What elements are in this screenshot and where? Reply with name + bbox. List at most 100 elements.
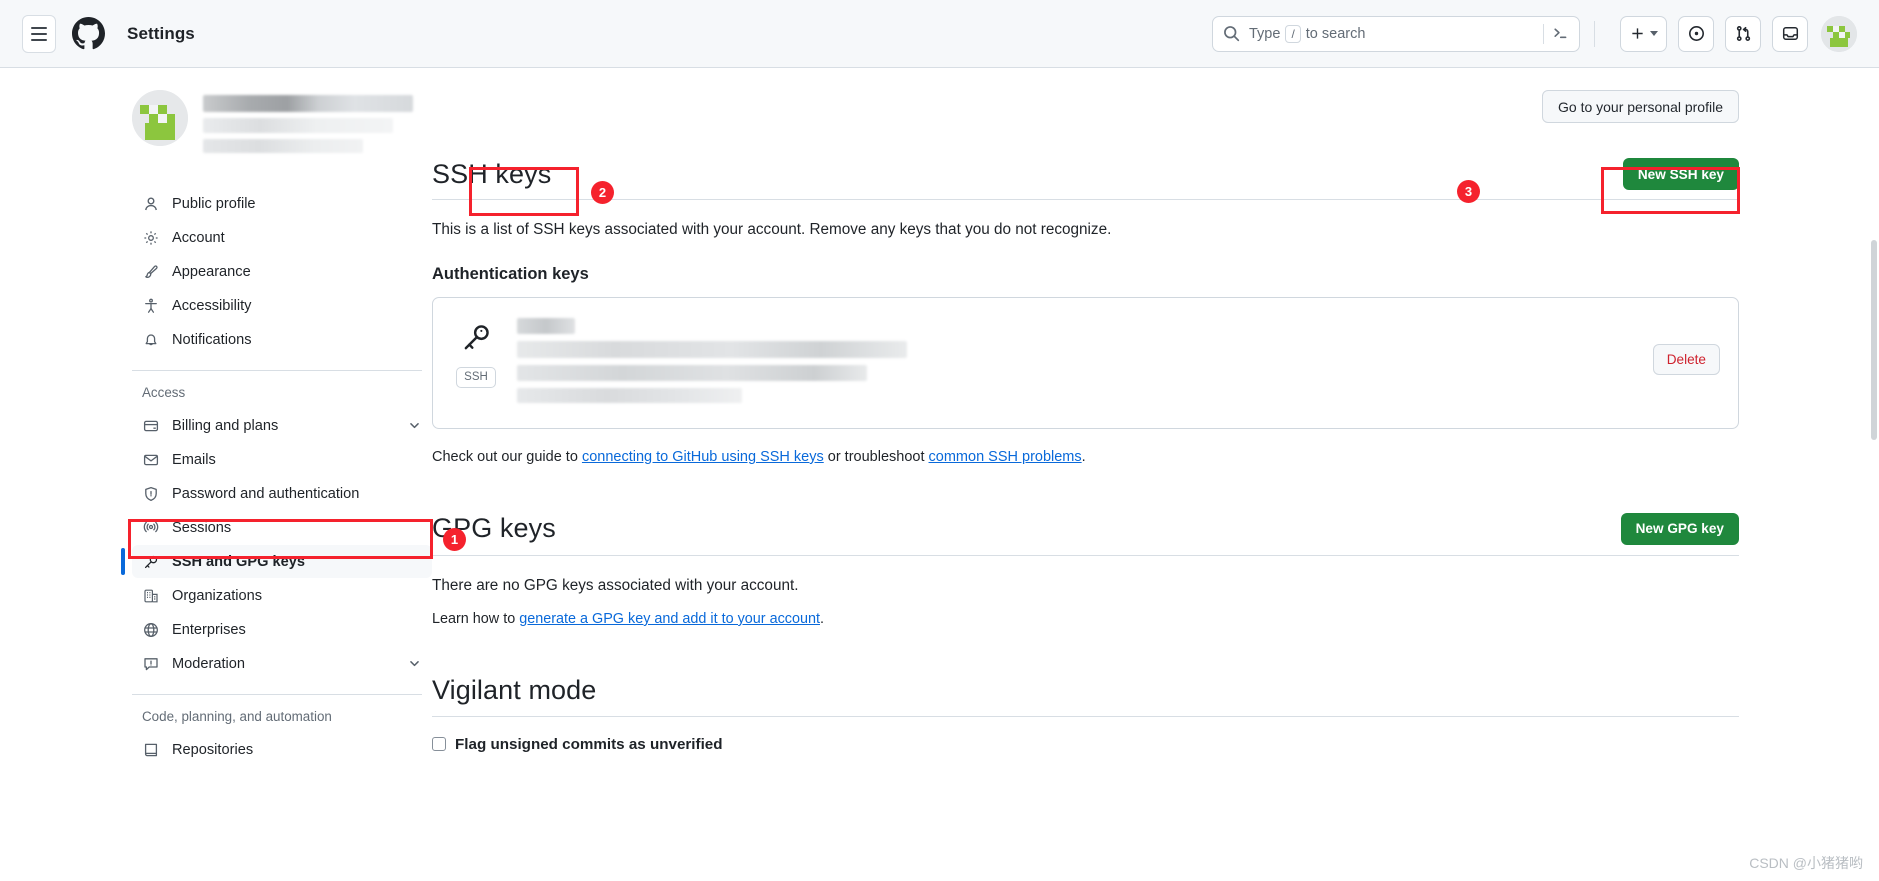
github-logo-icon[interactable]	[72, 17, 105, 50]
avatar[interactable]	[1821, 15, 1857, 52]
sidebar-item-label: Moderation	[172, 655, 246, 672]
sidebar-item-label: SSH and GPG keys	[172, 553, 306, 570]
sidebar-group-general: Public profile Account Appearance Access…	[132, 187, 432, 356]
ssh-guide-text: Check out our guide to connecting to Git…	[432, 449, 1739, 465]
command-palette-icon[interactable]	[1552, 25, 1569, 42]
ssh-key-details-redacted	[517, 316, 1635, 410]
create-new-button[interactable]	[1620, 15, 1667, 52]
ssh-guide-suffix: .	[1081, 448, 1086, 465]
new-gpg-key-button[interactable]: New GPG key	[1620, 512, 1739, 545]
search-placeholder-suffix: to search	[1305, 25, 1366, 42]
sidebar-group-code-planning-automation: Code, planning, and automation Repositor…	[132, 709, 432, 766]
ssh-keys-description: This is a list of SSH keys associated wi…	[432, 221, 1112, 238]
sidebar-item-label: Password and authentication	[172, 485, 360, 502]
redacted-username	[203, 90, 432, 159]
new-ssh-key-button[interactable]: New SSH key	[1622, 158, 1739, 190]
ssh-keys-heading: SSH keys	[432, 158, 552, 189]
flag-unsigned-commits-label: Flag unsigned commits as unverified	[455, 735, 723, 753]
search-divider	[1543, 23, 1544, 44]
sidebar-item-password-and-authentication[interactable]: Password and authentication	[132, 477, 432, 510]
app-header: Settings Type / to search	[0, 0, 1879, 68]
key-icon	[142, 553, 159, 570]
sidebar-item-billing-and-plans[interactable]: Billing and plans	[132, 409, 432, 442]
chevron-down-icon[interactable]	[407, 656, 422, 671]
sidebar-item-repositories[interactable]: Repositories	[132, 733, 432, 766]
git-pull-request-icon	[1736, 26, 1750, 41]
hamburger-icon[interactable]	[22, 14, 56, 53]
plus-icon	[1632, 28, 1643, 39]
ssh-guide-prefix: Check out our guide to	[432, 448, 582, 465]
bell-icon	[142, 331, 159, 348]
annotation-badge-2: 2	[591, 181, 614, 204]
sidebar-item-enterprises[interactable]: Enterprises	[132, 613, 432, 646]
connecting-to-github-link[interactable]: connecting to GitHub using SSH keys	[582, 449, 824, 465]
watermark: CSDN @小猪猪哟	[1749, 855, 1863, 871]
report-icon	[142, 655, 159, 672]
sidebar-item-organizations[interactable]: Organizations	[132, 579, 432, 612]
sidebar-item-label: Account	[172, 229, 225, 246]
ssh-key-card: SSH Delete	[432, 296, 1739, 429]
sidebar-item-label: Public profile	[172, 195, 256, 212]
sidebar-item-account[interactable]: Account	[132, 221, 432, 254]
flag-unsigned-commits-row[interactable]: Flag unsigned commits as unverified	[432, 736, 1739, 753]
ssh-type-badge: SSH	[456, 366, 496, 388]
sidebar-item-appearance[interactable]: Appearance	[132, 255, 432, 288]
ssh-key-card-left: SSH	[453, 316, 499, 388]
search-input[interactable]: Type / to search	[1212, 15, 1580, 52]
issue-opened-icon	[1688, 26, 1704, 41]
issues-button[interactable]	[1678, 15, 1714, 52]
authentication-keys-subheading: Authentication keys	[432, 264, 589, 283]
page-body: Public profile Account Appearance Access…	[0, 68, 1879, 767]
gpg-learn-suffix: .	[820, 610, 824, 627]
annotation-badge-1: 1	[443, 528, 466, 551]
sidebar-item-ssh-and-gpg-keys[interactable]: SSH and GPG keys	[121, 545, 432, 578]
gpg-learn-text: Learn how to generate a GPG key and add …	[432, 611, 1739, 627]
common-ssh-problems-link[interactable]: common SSH problems	[929, 449, 1082, 465]
sidebar-item-notifications[interactable]: Notifications	[132, 323, 432, 356]
chevron-down-icon[interactable]	[407, 418, 422, 433]
page-scrollbar[interactable]	[1871, 240, 1877, 440]
pull-requests-button[interactable]	[1725, 15, 1761, 52]
sidebar-item-public-profile[interactable]: Public profile	[132, 187, 432, 220]
sidebar-item-label: Sessions	[172, 519, 232, 536]
globe-icon	[142, 621, 159, 638]
vigilant-mode-heading: Vigilant mode	[432, 674, 597, 705]
delete-ssh-key-button[interactable]: Delete	[1652, 343, 1720, 375]
generate-gpg-key-link[interactable]: generate a GPG key and add it to your ac…	[519, 611, 820, 627]
sidebar-item-accessibility[interactable]: Accessibility	[132, 289, 432, 322]
sidebar-item-label: Enterprises	[172, 621, 246, 638]
accessibility-icon	[142, 297, 159, 314]
sidebar-item-label: Billing and plans	[172, 417, 279, 434]
credit-card-icon	[142, 417, 159, 434]
sidebar-item-label: Accessibility	[172, 297, 252, 314]
sidebar-profile[interactable]	[132, 90, 432, 159]
chevron-down-icon	[1650, 31, 1658, 36]
header-divider	[1594, 20, 1595, 47]
annotation-badge-3: 3	[1457, 180, 1480, 203]
sidebar-group-title: Code, planning, and automation	[142, 709, 332, 724]
mail-icon	[142, 451, 159, 468]
search-placeholder-prefix: Type	[1249, 25, 1281, 42]
settings-page: Settings Type / to search Public profile…	[0, 0, 1879, 881]
sidebar-item-label: Appearance	[172, 263, 251, 280]
main-top-actions: Go to your personal profile	[432, 90, 1739, 123]
gpg-keys-empty-text: There are no GPG keys associated with yo…	[432, 576, 799, 594]
organization-icon	[142, 587, 159, 604]
go-to-personal-profile-button[interactable]: Go to your personal profile	[1542, 90, 1739, 123]
sidebar-item-sessions[interactable]: Sessions	[132, 511, 432, 544]
ssh-keys-section-header: SSH keys New SSH key	[432, 158, 1739, 200]
ssh-guide-middle: or troubleshoot	[823, 448, 929, 465]
gear-icon	[142, 229, 159, 246]
page-title: Settings	[127, 23, 195, 43]
search-icon	[1223, 25, 1240, 42]
repo-icon	[142, 741, 159, 758]
flag-unsigned-commits-checkbox[interactable]	[432, 737, 446, 752]
avatar[interactable]	[132, 90, 188, 146]
gpg-learn-prefix: Learn how to	[432, 610, 520, 627]
settings-main: Go to your personal profile SSH keys New…	[432, 90, 1879, 767]
key-icon	[461, 322, 492, 358]
notifications-button[interactable]	[1772, 15, 1808, 52]
sidebar-item-moderation[interactable]: Moderation	[132, 647, 432, 680]
sidebar-item-emails[interactable]: Emails	[132, 443, 432, 476]
gpg-keys-section-header: GPG keys New GPG key	[432, 512, 1739, 556]
